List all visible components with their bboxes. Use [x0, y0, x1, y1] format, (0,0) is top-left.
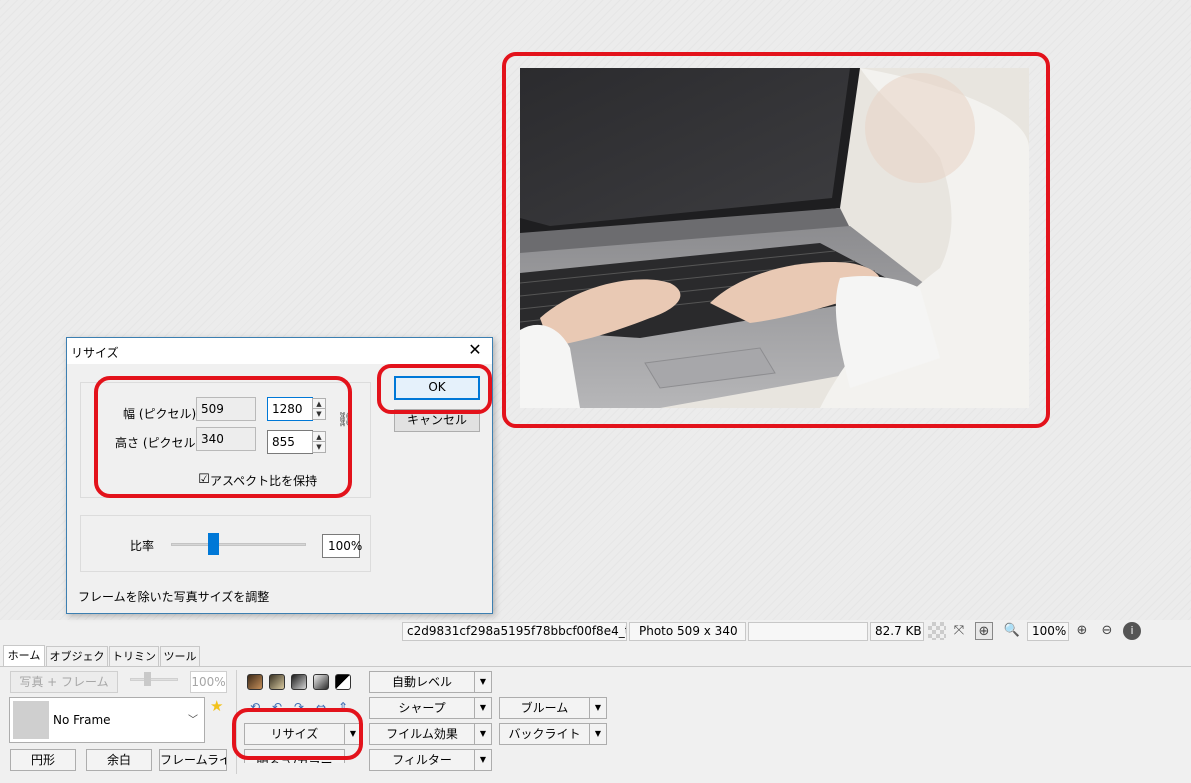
status-empty — [748, 622, 868, 641]
frame-opacity-thumb[interactable] — [144, 672, 151, 686]
sharp-button[interactable]: シャープ — [369, 697, 475, 719]
resize-button[interactable]: リサイズ — [244, 723, 345, 745]
cancel-button[interactable]: キャンセル — [394, 409, 480, 432]
film-effect-dropdown[interactable]: ▼ — [474, 723, 492, 745]
auto-level-button[interactable]: 自動レベル — [369, 671, 475, 693]
new-width-input[interactable]: 1280 — [267, 397, 313, 421]
resize-dialog: リサイズ ✕ 幅 (ピクセル) 高さ (ピクセル) 509 340 1280 ▲… — [66, 337, 493, 614]
rotate-icon[interactable]: ⟲ — [247, 700, 263, 714]
bloom-dropdown[interactable]: ▼ — [589, 697, 607, 719]
dialog-hint: フレームを除いた写真サイズを調整 — [78, 590, 270, 604]
margin-button[interactable]: 余白 — [86, 749, 152, 771]
filter-button[interactable]: フィルター — [369, 749, 475, 771]
ok-button[interactable]: OK — [394, 376, 480, 400]
contrast-swatch[interactable] — [335, 674, 351, 690]
original-width-field: 509 — [196, 397, 256, 421]
tab-object[interactable]: オブジェクト — [46, 646, 108, 683]
bloom-button[interactable]: ブルーム — [499, 697, 590, 719]
round-button[interactable]: 円形 — [10, 749, 76, 771]
undo-icon[interactable]: ↶ — [269, 700, 285, 714]
frame-select-value: No Frame — [53, 713, 111, 727]
status-file-size: 82.7 KB — [870, 622, 924, 641]
backlight-dropdown[interactable]: ▼ — [589, 723, 607, 745]
original-height-field: 340 — [196, 427, 256, 451]
tan-swatch[interactable] — [269, 674, 285, 690]
ribbon-separator — [236, 670, 237, 774]
link-chain-icon[interactable]: ⛓ — [337, 412, 355, 428]
ratio-input[interactable]: 100% — [322, 534, 362, 558]
redo-icon[interactable]: ↷ — [291, 700, 307, 714]
width-spinner[interactable]: ▲ ▼ — [312, 398, 326, 420]
frame-select[interactable]: No Frame ﹀ — [9, 697, 205, 743]
flip-horizontal-icon[interactable]: ⇔ — [313, 700, 329, 714]
sharp-dropdown[interactable]: ▼ — [474, 697, 492, 719]
silver-swatch[interactable] — [313, 674, 329, 690]
status-filename: c2d9831cf298a5195f78bbcf00f8e4_t.jp — [402, 622, 627, 641]
transparency-icon[interactable] — [928, 622, 946, 640]
frame-opacity-slider[interactable] — [130, 678, 178, 681]
dialog-title: リサイズ — [67, 338, 492, 364]
resize-dropdown[interactable]: ▼ — [344, 723, 362, 745]
info-icon[interactable]: i — [1123, 622, 1141, 640]
aspect-label[interactable]: アスペクト比を保持 — [210, 472, 317, 489]
frame-opacity-value[interactable]: 100% — [190, 671, 227, 693]
fit-window-icon[interactable]: ⤧ — [950, 622, 968, 640]
brightness-color-button[interactable]: 明るさ/カラー — [244, 749, 345, 763]
photo-frame-button[interactable]: 写真 + フレーム — [10, 671, 118, 693]
aspect-checkbox[interactable]: ☑ — [197, 473, 211, 487]
width-label: 幅 (ピクセル) — [123, 407, 197, 421]
close-icon[interactable]: ✕ — [464, 340, 486, 360]
film-effect-button[interactable]: フイルム効果 — [369, 723, 475, 745]
frameline-button[interactable]: フレームライン — [159, 749, 227, 771]
flip-vertical-icon[interactable]: ⇕ — [335, 700, 351, 714]
zoom-in-icon[interactable]: ⊕ — [1073, 622, 1091, 640]
laptop-photo — [520, 68, 1029, 408]
status-zoom[interactable]: 100% — [1027, 622, 1069, 641]
ratio-slider-track[interactable] — [171, 543, 306, 546]
zoom-out-icon[interactable]: ⊖ — [1098, 622, 1116, 640]
chevron-down-icon: ﹀ — [188, 715, 198, 726]
photo-preview[interactable] — [520, 68, 1029, 408]
ratio-slider-thumb[interactable] — [208, 533, 219, 555]
auto-level-dropdown[interactable]: ▼ — [474, 671, 492, 693]
status-photo-info: Photo 509 x 340 — [629, 622, 746, 641]
favorite-star-icon[interactable]: ★ — [210, 697, 223, 715]
tab-tools[interactable]: ツール — [160, 646, 200, 668]
actual-size-icon[interactable]: ⊕ — [975, 622, 993, 640]
zoom-fit-icon[interactable]: 🔍 — [1003, 622, 1021, 640]
gray-swatch[interactable] — [291, 674, 307, 690]
backlight-button[interactable]: バックライト — [499, 723, 590, 745]
filter-dropdown[interactable]: ▼ — [474, 749, 492, 771]
new-height-input[interactable]: 855 — [267, 430, 313, 454]
height-label: 高さ (ピクセル) — [115, 436, 201, 450]
ratio-label: 比率 — [130, 539, 155, 553]
sepia-swatch[interactable] — [247, 674, 263, 690]
tab-trimming[interactable]: トリミング — [109, 646, 159, 683]
frame-thumbnail — [13, 701, 49, 739]
height-spinner[interactable]: ▲ ▼ — [312, 431, 326, 453]
tab-home[interactable]: ホーム — [3, 645, 45, 668]
